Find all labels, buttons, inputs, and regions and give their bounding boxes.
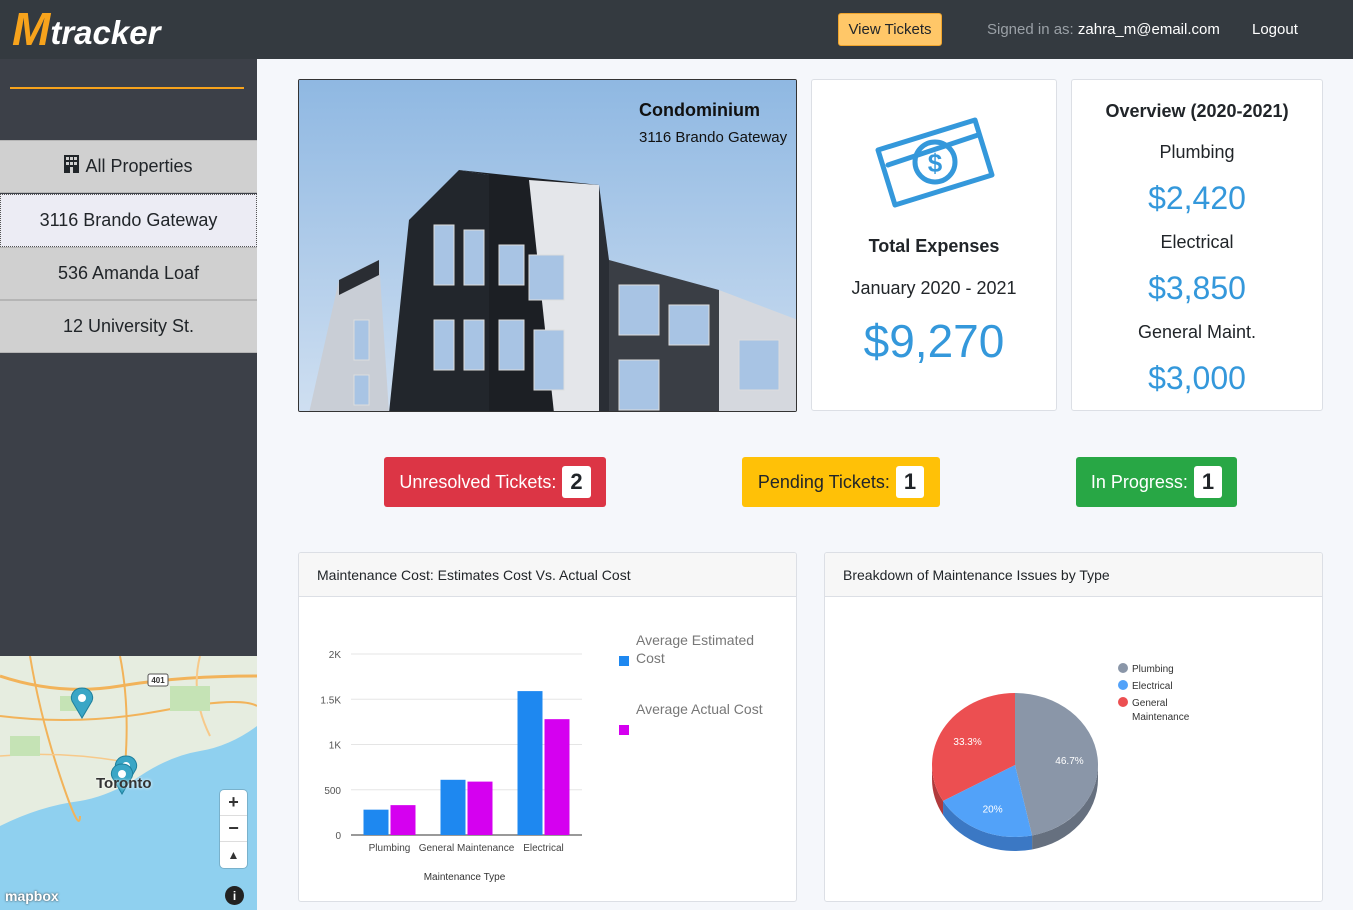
expenses-title: Total Expenses (868, 236, 1000, 256)
property-address: 3116 Brando Gateway (639, 129, 788, 146)
logout-link[interactable]: Logout (1252, 21, 1298, 38)
legend-swatch (619, 725, 629, 735)
mtracker-logo[interactable]: M tracker (12, 3, 161, 55)
y-tick-label: 2K (329, 650, 342, 661)
y-tick-label: 1K (329, 741, 342, 752)
sidebar-item-label: All Properties (85, 156, 193, 176)
legend-label: Average Estimated Cost (636, 632, 754, 666)
overview-label: General Maint. (1137, 322, 1257, 342)
x-tick-label: General Maintenance (419, 843, 515, 854)
compass-button[interactable]: ▲ (220, 842, 247, 868)
legend-swatch (619, 656, 629, 666)
pie-slice-label: 33.3% (953, 737, 981, 748)
signed-in-info: Signed in as: zahra_m@email.com (987, 21, 1220, 38)
overview-value: $3,000 (1148, 360, 1246, 396)
overview-label: Plumbing (1159, 142, 1235, 162)
bar[interactable] (517, 691, 543, 835)
sidebar-divider (10, 87, 244, 89)
logo-text: tracker (50, 14, 161, 51)
unresolved-count: 2 (562, 466, 591, 498)
sidebar-item-university-st[interactable]: 12 University St. (0, 300, 257, 353)
pending-label: Pending Tickets: (757, 471, 890, 492)
y-tick-label: 500 (324, 786, 341, 797)
map-controls: + − ▲ (220, 790, 247, 868)
sidebar-item-label: 536 Amanda Loaf (57, 263, 200, 283)
property-type: Condominium (639, 100, 760, 120)
y-tick-label: 1.5K (320, 695, 341, 706)
overview-value: $2,420 (1148, 180, 1246, 216)
overview-value: $3,850 (1148, 270, 1246, 306)
sidebar-item-brando-gateway[interactable]: 3116 Brando Gateway (0, 194, 257, 247)
view-tickets-button[interactable]: View Tickets (838, 13, 942, 46)
highway-label: 401 (151, 676, 165, 685)
x-tick-label: Electrical (523, 843, 564, 854)
legend-swatch (1118, 680, 1128, 690)
zoom-in-button[interactable]: + (220, 790, 247, 816)
cost-chart-title: Maintenance Cost: Estimates Cost Vs. Act… (299, 553, 796, 597)
legend-swatch (1118, 663, 1128, 673)
svg-text:$: $ (928, 148, 943, 178)
money-icon: $ (875, 117, 995, 208)
unresolved-label: Unresolved Tickets: (399, 471, 557, 492)
pie-slice-label: 46.7% (1055, 756, 1083, 767)
sidebar-item-label: 12 University St. (62, 316, 195, 336)
overview-title: Overview (2020-2021) (1105, 101, 1289, 121)
bar[interactable] (390, 805, 416, 835)
bar[interactable] (363, 809, 389, 835)
y-tick-label: 0 (335, 831, 341, 842)
building-icon (64, 155, 80, 178)
pending-tickets-badge[interactable]: Pending Tickets: 1 (742, 457, 940, 507)
total-expenses-card: $ Total Expenses January 2020 - 2021 $9,… (811, 79, 1057, 411)
sidebar-item-all-properties[interactable]: All Properties (0, 140, 257, 193)
cost-bar-chart: 0 500 1K 1.5K 2K Plumbing General Maintenance E… (320, 632, 763, 883)
property-card: Condominium 3116 Brando Gateway (298, 79, 797, 412)
cost-chart-panel: Maintenance Cost: Estimates Cost Vs. Act… (298, 552, 797, 902)
legend-label: General Maintenance (1132, 698, 1190, 723)
legend-label: Plumbing (1132, 664, 1174, 675)
zoom-out-button[interactable]: − (220, 816, 247, 842)
pie-slice-label: 20% (983, 804, 1003, 815)
bar[interactable] (544, 719, 570, 835)
signed-in-label: Signed in as: (987, 21, 1074, 38)
legend-label: Average Actual Cost (636, 701, 763, 717)
unresolved-tickets-badge[interactable]: Unresolved Tickets: 2 (384, 457, 606, 507)
x-axis-label: Maintenance Type (424, 872, 506, 883)
user-email: zahra_m@email.com (1077, 21, 1220, 38)
issues-pie-chart: 46.7% 20% 33.3% Plumbing Electrical General Ma… (932, 663, 1190, 851)
overview-card: Overview (2020-2021) Plumbing $2,420 Ele… (1071, 79, 1323, 411)
in-progress-label: In Progress: (1090, 471, 1188, 492)
legend-label: Electrical (1132, 681, 1173, 692)
overview-label: Electrical (1160, 232, 1234, 252)
in-progress-count: 1 (1193, 466, 1223, 498)
in-progress-badge[interactable]: In Progress: 1 (1076, 457, 1237, 507)
mapbox-logo[interactable]: mapbox (5, 888, 59, 904)
bar[interactable] (440, 779, 466, 835)
expenses-period: January 2020 - 2021 (851, 278, 1017, 298)
x-tick-label: Plumbing (369, 843, 411, 854)
pending-count: 1 (895, 466, 925, 498)
info-icon[interactable]: i (225, 886, 244, 905)
logo-m: M (12, 3, 50, 55)
issues-chart-title: Breakdown of Maintenance Issues by Type (825, 553, 1322, 597)
legend-swatch (1118, 697, 1128, 707)
issues-chart-panel: Breakdown of Maintenance Issues by Type … (824, 552, 1323, 902)
expenses-total: $9,270 (863, 315, 1005, 367)
sidebar-item-amanda-loaf[interactable]: 536 Amanda Loaf (0, 247, 257, 300)
top-navbar: M tracker View Tickets Signed in as: zah… (0, 0, 1353, 59)
sidebar-item-label: 3116 Brando Gateway (39, 210, 218, 230)
bar[interactable] (467, 781, 493, 835)
map-city-label: Toronto (96, 775, 152, 792)
